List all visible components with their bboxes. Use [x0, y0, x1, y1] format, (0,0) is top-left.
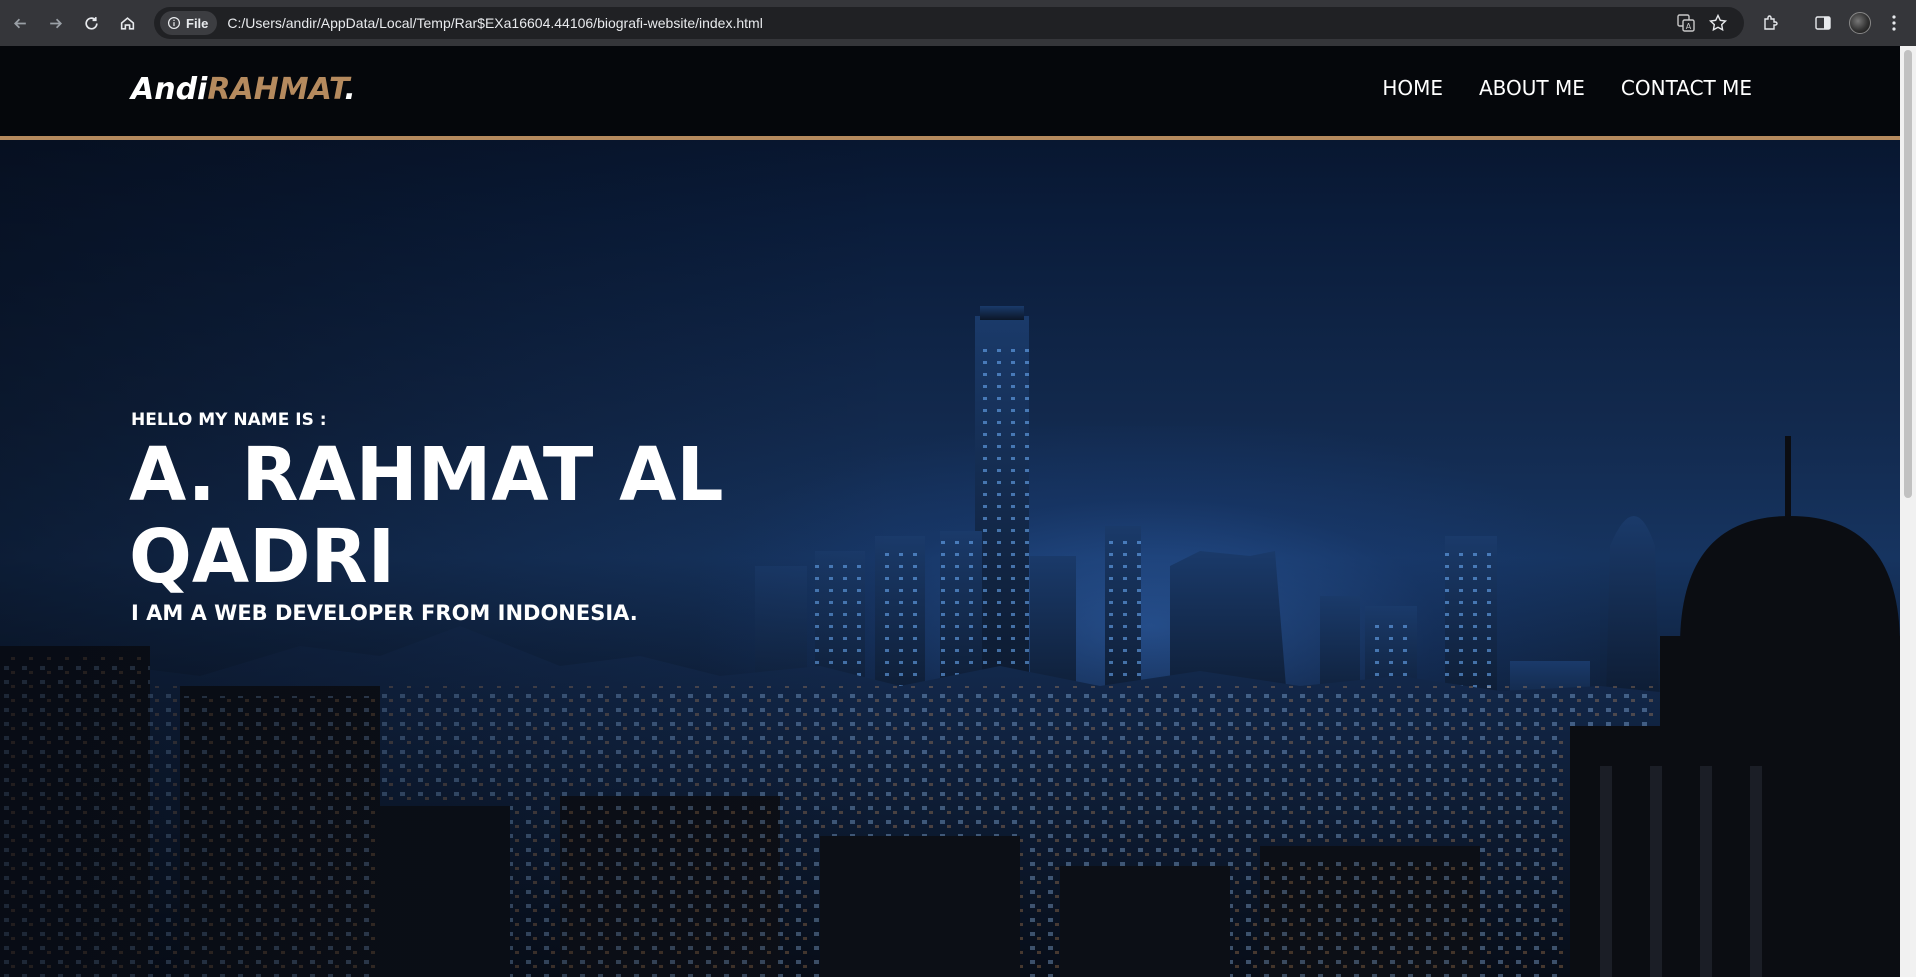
side-panel-button[interactable]	[1812, 12, 1834, 34]
reload-icon	[84, 16, 98, 30]
home-icon	[120, 16, 134, 30]
reload-button[interactable]	[77, 9, 105, 37]
file-scheme-label: File	[186, 15, 209, 31]
page-scrollbar[interactable]	[1900, 46, 1916, 977]
extensions-button[interactable]	[1760, 12, 1782, 34]
bookmark-button[interactable]	[1708, 13, 1728, 33]
browser-toolbar: File C:/Users/andir/AppData/Local/Temp/R…	[0, 0, 1916, 46]
address-bar[interactable]: File C:/Users/andir/AppData/Local/Temp/R…	[154, 7, 1744, 39]
main-nav: HOME ABOUT ME CONTACT ME	[1382, 76, 1752, 100]
home-button[interactable]	[113, 9, 141, 37]
forward-icon	[49, 18, 62, 28]
menu-icon	[1892, 15, 1896, 31]
logo-first-name: Andi	[131, 72, 208, 107]
hero-greeting: HELLO MY NAME IS :	[131, 410, 327, 430]
translate-button[interactable]: A	[1676, 13, 1696, 33]
back-icon	[13, 18, 26, 28]
logo-last-name: RAHMAT	[207, 72, 345, 107]
hero-tagline: I AM A WEB DEVELOPER FROM INDONESIA.	[131, 601, 638, 625]
web-page: AndiRAHMAT. HOME ABOUT ME CONTACT ME HEL…	[0, 46, 1900, 977]
side-panel-icon	[1815, 16, 1831, 30]
extensions-icon	[1764, 15, 1778, 30]
forward-button[interactable]	[41, 9, 69, 37]
site-info-chip[interactable]: File	[160, 11, 218, 35]
url-text[interactable]: C:/Users/andir/AppData/Local/Temp/Rar$EX…	[227, 15, 762, 31]
svg-text:A: A	[1686, 22, 1692, 31]
logo-dot: .	[344, 72, 356, 107]
bookmark-star-icon	[1708, 13, 1728, 32]
nav-link-home[interactable]: HOME	[1382, 76, 1443, 100]
translate-icon: A	[1677, 14, 1695, 32]
info-icon	[167, 16, 181, 30]
hero-name: A. RAHMAT AL QADRI	[129, 432, 724, 600]
nav-link-about-me[interactable]: ABOUT ME	[1479, 76, 1585, 100]
back-button[interactable]	[6, 9, 34, 37]
browser-menu-button[interactable]	[1883, 12, 1905, 34]
profile-avatar[interactable]	[1849, 12, 1871, 34]
site-navbar: AndiRAHMAT. HOME ABOUT ME CONTACT ME	[0, 46, 1900, 140]
nav-link-contact-me[interactable]: CONTACT ME	[1621, 76, 1752, 100]
site-logo[interactable]: AndiRAHMAT.	[131, 72, 356, 107]
scrollbar-thumb[interactable]	[1904, 50, 1912, 498]
